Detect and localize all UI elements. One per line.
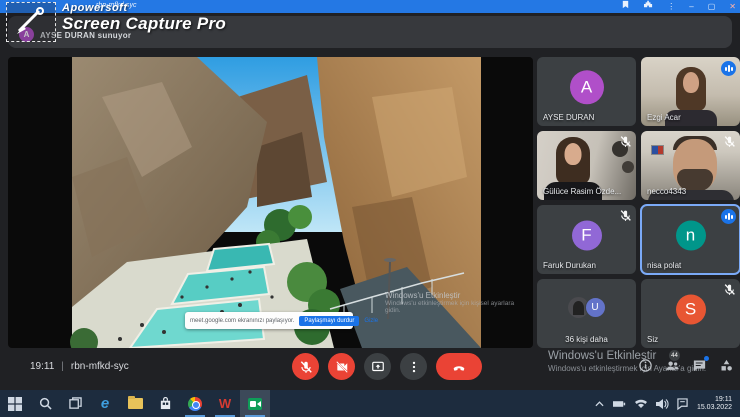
- activate-windows-watermark-inner: Windows'u Etkinleştir Windows'u etkinleş…: [385, 291, 525, 314]
- microsoft-store-icon[interactable]: [150, 390, 180, 417]
- video-face: [683, 72, 699, 93]
- call-controls: [292, 353, 482, 380]
- taskbar-clock[interactable]: 19:11 15.03.2022: [697, 396, 732, 412]
- separator: |: [61, 361, 64, 372]
- video-decor: [622, 161, 634, 173]
- mic-off-icon: [619, 135, 632, 148]
- avatar: F: [572, 220, 602, 250]
- stop-sharing-button[interactable]: Paylaşmayı durdur: [299, 316, 359, 326]
- chrome-share-notification: meet.google.com ekranınızı paylaşıyor. P…: [185, 312, 353, 329]
- share-message: meet.google.com ekranınızı paylaşıyor.: [190, 318, 294, 324]
- file-explorer-icon[interactable]: [120, 390, 150, 417]
- participant-tile-necco4343[interactable]: necco4343: [641, 131, 740, 200]
- taskbar-date: 15.03.2022: [697, 404, 732, 412]
- window-controls: ⋮ – ▢ ✕: [621, 0, 736, 13]
- participant-name: nisa polat: [647, 261, 681, 270]
- camera-toggle-button[interactable]: [328, 353, 355, 380]
- participant-tile-overflow[interactable]: U 36 kişi daha: [537, 279, 636, 348]
- close-button[interactable]: ✕: [729, 0, 736, 13]
- speaking-indicator-icon: [721, 61, 736, 76]
- overflow-avatars: U: [568, 297, 606, 319]
- taskbar-time: 19:11: [697, 396, 732, 404]
- participant-tile-faruk-durukan[interactable]: F Faruk Durukan: [537, 205, 636, 274]
- browser-menu-icon[interactable]: ⋮: [667, 0, 675, 13]
- google-meet-icon[interactable]: [240, 390, 270, 417]
- inner-watermark-title: Windows'u Etkinleştir: [385, 291, 525, 300]
- minimize-button[interactable]: –: [689, 0, 693, 13]
- overflow-avatar-letter: U: [585, 297, 606, 318]
- participant-name: Gülüce Rasim Özde...: [543, 187, 621, 196]
- participant-name: AYSE DURAN: [543, 113, 594, 122]
- chrome-icon[interactable]: [180, 390, 210, 417]
- hide-link[interactable]: Gizle: [364, 318, 378, 324]
- wifi-icon[interactable]: [635, 399, 647, 408]
- clock-time: 19:11: [30, 361, 54, 372]
- apowersoft-product: Screen Capture Pro: [62, 14, 226, 34]
- inner-watermark-line3: gidin.: [385, 307, 525, 314]
- avatar: n: [676, 220, 706, 250]
- present-button[interactable]: [364, 353, 391, 380]
- avatar: S: [676, 294, 706, 324]
- volume-icon[interactable]: [656, 399, 668, 409]
- search-icon[interactable]: [30, 390, 60, 417]
- extensions-icon[interactable]: [644, 0, 653, 13]
- participant-name: Faruk Durukan: [543, 261, 596, 270]
- participant-name: necco4343: [647, 187, 686, 196]
- meet-bottom-bar: 19:11 | rbn-mfkd-syc Windows'u Etkinleşt…: [0, 348, 740, 390]
- meeting-code: rbn-mfkd-syc: [71, 361, 129, 372]
- meet-panel-icons: 44: [638, 358, 734, 373]
- inner-watermark-line2: Windows'u etkinleştirmek için kişisel ay…: [385, 300, 525, 307]
- participant-tile-ezgi-acar[interactable]: Ezgi Acar: [641, 57, 740, 126]
- video-decor: [651, 145, 664, 155]
- participant-tile-self[interactable]: S Siz: [641, 279, 740, 348]
- participants-panel-icon[interactable]: 44: [665, 358, 680, 373]
- battery-icon[interactable]: [613, 400, 626, 408]
- shared-screen-stage: Windows'u Etkinleştir Windows'u etkinleş…: [8, 57, 533, 348]
- desktop-screen: rbn-mfkd-syc ⋮ – ▢ ✕ A AYSE DURAN sunuyo…: [0, 0, 740, 417]
- meeting-info: 19:11 | rbn-mfkd-syc: [30, 361, 129, 372]
- mic-off-icon: [619, 209, 632, 222]
- participant-count-badge: 44: [669, 350, 680, 361]
- meeting-details-icon[interactable]: [638, 358, 653, 373]
- more-options-button[interactable]: [400, 353, 427, 380]
- overflow-count-label: 36 kişi daha: [537, 335, 636, 344]
- bookmark-icon[interactable]: [621, 0, 630, 13]
- apowersoft-brand: Apowersoft: [62, 2, 226, 14]
- participants-grid: A AYSE DURAN Ezgi Acar Gülüce Rasim Özde…: [537, 57, 740, 350]
- chat-notification-dot: [704, 356, 709, 361]
- activities-icon[interactable]: [719, 358, 734, 373]
- mic-toggle-button[interactable]: [292, 353, 319, 380]
- end-call-button[interactable]: [436, 353, 482, 380]
- task-view-icon[interactable]: [60, 390, 90, 417]
- speaking-indicator-icon: [721, 209, 736, 224]
- wps-office-icon[interactable]: W: [210, 390, 240, 417]
- participant-name: Siz: [647, 335, 658, 344]
- edge-icon[interactable]: e: [90, 390, 120, 417]
- participant-tile-nisa-polat[interactable]: n nisa polat: [641, 205, 740, 274]
- mic-off-icon: [723, 283, 736, 296]
- participant-tile-gulce-rasim[interactable]: Gülüce Rasim Özde...: [537, 131, 636, 200]
- apowersoft-logo: [6, 2, 56, 42]
- scissors-pen-icon: [13, 7, 49, 39]
- participant-name: Ezgi Acar: [647, 113, 681, 122]
- windows-taskbar: e W 19:11 15.03.2022: [0, 390, 740, 417]
- mic-off-icon: [723, 135, 736, 148]
- action-center-icon[interactable]: [677, 398, 688, 409]
- video-face: [564, 143, 581, 165]
- start-button[interactable]: [0, 390, 30, 417]
- chat-panel-icon[interactable]: [692, 358, 707, 373]
- tray-chevron-icon[interactable]: [595, 401, 604, 407]
- system-tray: 19:11 15.03.2022: [595, 396, 740, 412]
- apowersoft-watermark: Apowersoft Screen Capture Pro: [6, 2, 226, 42]
- maximize-button[interactable]: ▢: [708, 0, 716, 13]
- avatar: A: [570, 70, 604, 104]
- apowersoft-text-block: Apowersoft Screen Capture Pro: [62, 2, 226, 42]
- participant-tile-ayse-duran[interactable]: A AYSE DURAN: [537, 57, 636, 126]
